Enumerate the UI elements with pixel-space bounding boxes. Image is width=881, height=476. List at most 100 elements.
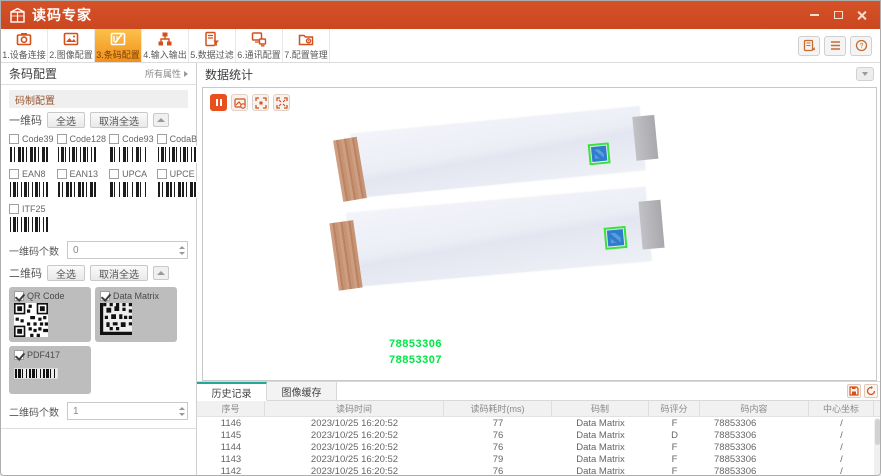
col-center[interactable]: 中心坐标 bbox=[809, 401, 874, 416]
tab-barcode-config[interactable]: 3.条码配置 bbox=[95, 29, 142, 62]
ean13-checkbox[interactable] bbox=[57, 169, 67, 179]
itf25-checkbox-row[interactable]: ITF25 bbox=[9, 204, 54, 214]
code-item-code128: Code128 bbox=[57, 134, 107, 163]
help-button[interactable]: ? bbox=[850, 36, 872, 56]
tab-data-filter[interactable]: 5.数据过滤 bbox=[189, 29, 236, 62]
silver-tape bbox=[632, 115, 658, 161]
code93-checkbox-row[interactable]: Code93 bbox=[109, 134, 154, 144]
table-row[interactable]: 11462023/10/25 16:20:5277Data MatrixF788… bbox=[197, 417, 881, 429]
dm-label: Data Matrix bbox=[113, 291, 159, 301]
two-d-count-label: 二维码个数 bbox=[9, 404, 67, 419]
itf25-checkbox[interactable] bbox=[9, 204, 19, 214]
dm-checkbox[interactable] bbox=[100, 291, 110, 301]
table-row[interactable]: 11422023/10/25 16:20:5276Data MatrixF788… bbox=[197, 465, 881, 476]
col-code-type[interactable]: 码制 bbox=[552, 401, 649, 416]
table-header-row: 序号 读码时间 读码耗时(ms) 码制 码评分 码内容 中心坐标 bbox=[197, 401, 881, 417]
one-d-deselect-all-button[interactable]: 取消全选 bbox=[90, 112, 148, 128]
tab-label: 1.设备连接 bbox=[2, 48, 46, 61]
pause-button[interactable] bbox=[210, 94, 227, 111]
col-score[interactable]: 码评分 bbox=[649, 401, 700, 416]
tab-device-connect[interactable]: 1.设备连接 bbox=[1, 29, 48, 62]
chevron-right-icon bbox=[184, 71, 188, 77]
codabar-checkbox[interactable] bbox=[157, 134, 167, 144]
upca-barcode-image bbox=[109, 181, 149, 198]
save-history-button[interactable] bbox=[847, 384, 861, 398]
table-row[interactable]: 11432023/10/25 16:20:5279Data MatrixF788… bbox=[197, 453, 881, 465]
upca-label: UPCA bbox=[122, 169, 147, 179]
ean8-checkbox[interactable] bbox=[9, 169, 19, 179]
table-scrollbar[interactable] bbox=[874, 418, 881, 476]
code39-checkbox[interactable] bbox=[9, 134, 19, 144]
tab-history-record[interactable]: 历史记录 bbox=[197, 382, 267, 401]
report-button[interactable] bbox=[798, 36, 820, 56]
group-title: 码制配置 bbox=[15, 92, 55, 107]
ean13-barcode-image bbox=[57, 181, 97, 198]
image-display-toggle-button[interactable] bbox=[231, 94, 248, 111]
ean13-label: EAN13 bbox=[70, 169, 99, 179]
one-d-collapse-button[interactable] bbox=[153, 113, 169, 127]
minimize-button[interactable] bbox=[808, 9, 820, 21]
clear-history-button[interactable] bbox=[864, 384, 878, 398]
close-button[interactable] bbox=[856, 9, 868, 21]
qr-checkbox-row[interactable]: QR Code bbox=[14, 291, 86, 301]
pdf417-checkbox[interactable] bbox=[14, 350, 24, 360]
fullscreen-button[interactable] bbox=[273, 94, 290, 111]
tab-config-manage[interactable]: 7.配置管理 bbox=[283, 29, 330, 62]
code93-checkbox[interactable] bbox=[109, 134, 119, 144]
code-item-ean13: EAN13 bbox=[57, 169, 107, 198]
qr-checkbox[interactable] bbox=[14, 291, 24, 301]
code128-checkbox[interactable] bbox=[57, 134, 67, 144]
two-d-count-row: 二维码个数 1 bbox=[9, 402, 188, 420]
spinner-arrows[interactable] bbox=[179, 242, 185, 258]
col-serial[interactable]: 序号 bbox=[197, 401, 265, 416]
ean8-barcode-image bbox=[9, 181, 49, 198]
upca-checkbox[interactable] bbox=[109, 169, 119, 179]
image-viewer[interactable]: 78853306 78853307 bbox=[202, 87, 877, 381]
code128-checkbox-row[interactable]: Code128 bbox=[57, 134, 107, 144]
pdf417-checkbox-row[interactable]: PDF417 bbox=[14, 350, 86, 360]
code39-label: Code39 bbox=[22, 134, 54, 144]
spinner-down-icon bbox=[179, 252, 185, 255]
tab-image-config[interactable]: 2.图像配置 bbox=[48, 29, 95, 62]
two-d-count-spinner[interactable]: 1 bbox=[67, 402, 188, 420]
table-row[interactable]: 11442023/10/25 16:20:5276Data MatrixF788… bbox=[197, 441, 881, 453]
history-table: 序号 读码时间 读码耗时(ms) 码制 码评分 码内容 中心坐标 1146202… bbox=[197, 401, 881, 476]
one-d-select-all-button[interactable]: 全选 bbox=[47, 112, 85, 128]
one-d-count-spinner[interactable]: 0 bbox=[67, 241, 188, 259]
upce-checkbox[interactable] bbox=[157, 169, 167, 179]
dm-checkbox-row[interactable]: Data Matrix bbox=[100, 291, 172, 301]
chevron-up-icon bbox=[157, 271, 165, 275]
two-d-collapse-button[interactable] bbox=[153, 266, 169, 280]
maximize-button[interactable] bbox=[832, 9, 844, 21]
panel-collapse-button[interactable] bbox=[856, 67, 874, 81]
ean8-checkbox-row[interactable]: EAN8 bbox=[9, 169, 54, 179]
tab-label: 4.输入输出 bbox=[143, 48, 187, 61]
comm-config-icon bbox=[251, 31, 267, 47]
two-d-deselect-all-button[interactable]: 取消全选 bbox=[90, 265, 148, 281]
list-button[interactable] bbox=[824, 36, 846, 56]
tab-input-output[interactable]: 4.输入输出 bbox=[142, 29, 189, 62]
scrollbar-thumb[interactable] bbox=[875, 419, 880, 445]
col-duration[interactable]: 读码耗时(ms) bbox=[444, 401, 552, 416]
code39-checkbox-row[interactable]: Code39 bbox=[9, 134, 54, 144]
tab-image-cache[interactable]: 图像缓存 bbox=[267, 382, 337, 400]
table-row[interactable]: 11452023/10/25 16:20:5276Data MatrixD788… bbox=[197, 429, 881, 441]
upca-checkbox-row[interactable]: UPCA bbox=[109, 169, 154, 179]
col-read-time[interactable]: 读码时间 bbox=[265, 401, 444, 416]
tab-comm-config[interactable]: 6.通讯配置 bbox=[236, 29, 283, 62]
panel-header: 条码配置 所有属性 bbox=[1, 63, 196, 85]
one-d-count-row: 一维码个数 0 bbox=[9, 241, 188, 259]
two-d-select-all-button[interactable]: 全选 bbox=[47, 265, 85, 281]
app-window: 读码专家 1.设备连接 2.图像配置 3.条码配置 4.输入输出 5.数据过滤 bbox=[0, 0, 881, 476]
two-d-code-grid: QR Code Data Matrix PDF417 bbox=[9, 287, 181, 394]
all-properties-link[interactable]: 所有属性 bbox=[145, 67, 188, 80]
col-content[interactable]: 码内容 bbox=[700, 401, 809, 416]
tile-qr-code: QR Code bbox=[9, 287, 91, 342]
panel-divider bbox=[1, 428, 196, 429]
ean13-checkbox-row[interactable]: EAN13 bbox=[57, 169, 107, 179]
code128-barcode-image bbox=[57, 146, 97, 163]
spinner-arrows[interactable] bbox=[179, 403, 185, 419]
main-header: 数据统计 bbox=[197, 63, 881, 85]
app-title: 读码专家 bbox=[32, 5, 92, 25]
fit-view-button[interactable] bbox=[252, 94, 269, 111]
